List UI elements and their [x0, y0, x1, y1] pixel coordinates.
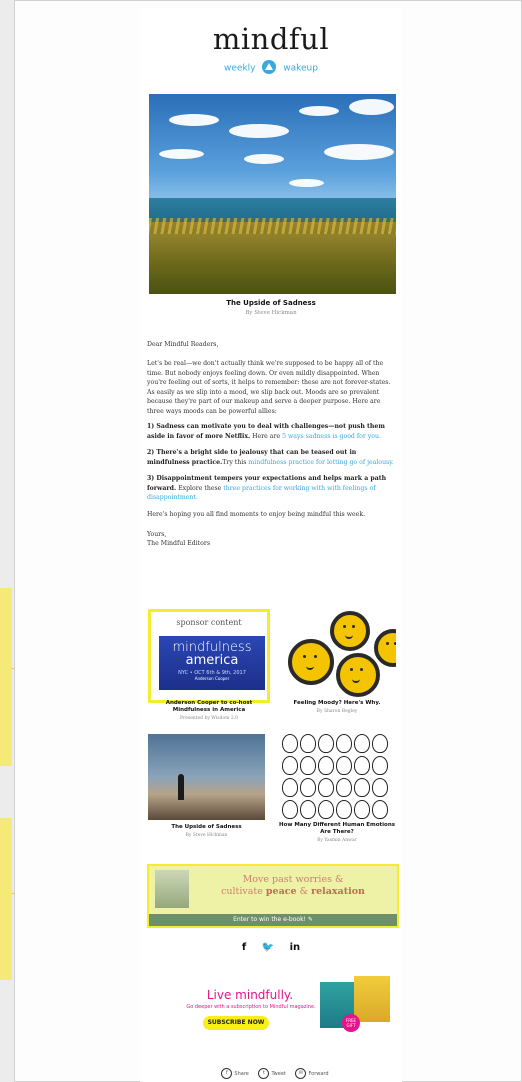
sponsor-tile-byline: Presented by Wisdom 2.0 [179, 716, 239, 721]
emotions-tile-title[interactable]: How Many Different Human Emotions Are Th… [278, 822, 396, 836]
sadness-tile-title[interactable]: The Upside of Sadness [148, 824, 265, 831]
tagline-right: wakeup [283, 63, 318, 74]
moody-tile-title[interactable]: Feeling Moody? Here's Why. [278, 700, 396, 707]
point-3-text: Explore these [176, 484, 224, 492]
sponsor-image-line2: america [185, 653, 239, 668]
tweet-label[interactable]: Tweet [271, 1071, 285, 1077]
subscribe-button[interactable]: SUBSCRIBE NOW [203, 1016, 269, 1030]
article-byline: By Steve Hickman [245, 310, 297, 316]
point-2-link[interactable]: mindfulness practice for letting go of j… [248, 459, 394, 466]
sadness-image[interactable] [148, 734, 265, 820]
tagline-left: weekly [224, 63, 256, 74]
subscribe-title: Live mindfully. [206, 988, 294, 1002]
sponsor-tile-title[interactable]: Anderson Cooper to co-host Mindfulness i… [148, 700, 270, 714]
sun-icon [262, 60, 277, 74]
banner-line-2: cultivate peace & relaxation [221, 886, 365, 897]
ebook-banner[interactable]: Move past worries & cultivate peace & re… [147, 864, 399, 928]
point-1-link[interactable]: 5 ways sadness is good for you. [282, 433, 381, 440]
banner-image [155, 870, 189, 908]
annotation-rail-top [0, 588, 12, 766]
moody-tile-byline: By Sharon Begley [316, 709, 358, 714]
intro-paragraph: Let's be real—we don't actually think we… [147, 360, 391, 415]
share-label[interactable]: Share [234, 1071, 248, 1077]
sponsor-label: sponsor content [176, 618, 242, 627]
twitter-icon[interactable]: 🐦 [262, 942, 274, 953]
point-1-text: Here are [250, 432, 283, 440]
sponsor-tile[interactable]: sponsor content mindfulness america NYC … [148, 609, 270, 703]
newsletter: mindful weekly wakeup The Upside of Sadn… [140, 8, 402, 1082]
subscribe-description: Go deeper with a subscription to Mindful… [186, 1004, 316, 1010]
tweet-icon[interactable]: t [258, 1068, 270, 1079]
greeting: Dear Mindful Readers, [147, 341, 219, 348]
sponsor-image-line4: Anderson Cooper [194, 676, 230, 681]
footer-actions: f Share t Tweet ✉ Forward [140, 1068, 402, 1079]
article-title[interactable]: The Upside of Sadness [140, 299, 402, 307]
point-1: 1) Sadness can motivate you to deal with… [147, 422, 397, 441]
forward-icon[interactable]: ✉ [295, 1068, 307, 1079]
share-icon[interactable]: f [221, 1068, 233, 1079]
moody-gears-image[interactable] [278, 609, 396, 697]
mindfulness-america-image[interactable]: mindfulness america NYC • OCT 6th & 9th,… [159, 636, 265, 690]
banner-line-1: Move past worries & [242, 874, 344, 885]
forward-label[interactable]: Forward [308, 1071, 328, 1077]
magazine-cover-2 [354, 976, 390, 1022]
linkedin-icon[interactable]: in [290, 942, 301, 953]
tagline: weekly wakeup [140, 60, 402, 75]
banner-text: Move past worries & cultivate peace & re… [195, 874, 391, 898]
signoff-editors: The Mindful Editors [147, 540, 211, 547]
emotions-tile-byline: By Yasmin Anwar [317, 838, 357, 843]
emotions-faces-image[interactable] [278, 730, 396, 822]
point-2: 2) There's a bright side to jealousy tha… [147, 448, 397, 467]
point-3: 3) Disappointment tempers your expectati… [147, 474, 397, 503]
sadness-tile-byline: By Steve Hickman [185, 833, 228, 838]
facebook-icon[interactable]: f [242, 942, 246, 953]
closing-line: Here's hoping you all find moments to en… [147, 511, 366, 518]
annotation-rail-bottom [0, 818, 12, 980]
social-links: f 🐦 in [140, 942, 402, 953]
banner-cta[interactable]: Enter to win the e-book! ✎ [149, 914, 397, 926]
logo[interactable]: mindful [140, 22, 402, 56]
point-2-text: Try this [222, 458, 249, 466]
hero-image[interactable] [149, 94, 396, 294]
free-gift-badge: FREE GIFT [342, 1014, 360, 1032]
